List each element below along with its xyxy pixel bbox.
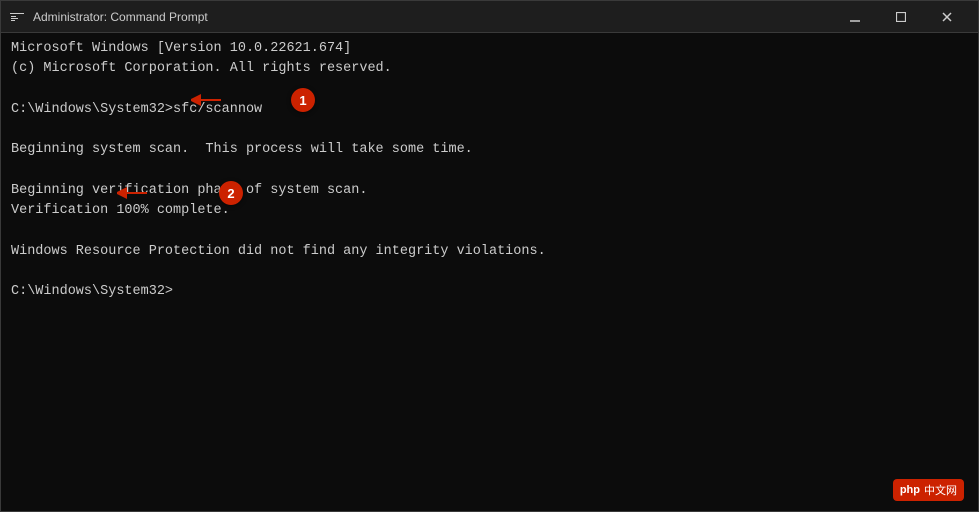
annotation1: 1 (291, 88, 315, 112)
watermark-php: php (900, 484, 920, 496)
cmd-icon (9, 9, 25, 25)
line6: Beginning system scan. This process will… (11, 142, 473, 157)
badge1: 1 (291, 88, 315, 112)
maximize-button[interactable] (878, 1, 924, 33)
watermark: php 中文网 (893, 479, 964, 501)
cmd-window: Administrator: Command Prompt Microsoft … (0, 0, 979, 512)
line1: Microsoft Windows [Version 10.0.22621.67… (11, 41, 351, 56)
minimize-button[interactable] (832, 1, 878, 33)
line13: C:\Windows\System32> (11, 284, 173, 299)
console-area: Microsoft Windows [Version 10.0.22621.67… (1, 33, 978, 511)
close-button[interactable] (924, 1, 970, 33)
annotation2: 2 (219, 181, 243, 205)
line2: (c) Microsoft Corporation. All rights re… (11, 61, 392, 76)
window-controls (832, 1, 970, 33)
line11: Windows Resource Protection did not find… (11, 244, 546, 259)
line4: C:\Windows\System32>sfc/scannow (11, 102, 262, 117)
console-output: Microsoft Windows [Version 10.0.22621.67… (11, 39, 968, 302)
title-bar: Administrator: Command Prompt (1, 1, 978, 33)
watermark-badge: php 中文网 (893, 479, 964, 501)
watermark-cn: 中文网 (924, 482, 957, 498)
badge2: 2 (219, 181, 243, 205)
line9: Verification 100% complete. (11, 203, 230, 218)
line8: Beginning verification phase of system s… (11, 183, 367, 198)
window-title: Administrator: Command Prompt (33, 10, 832, 24)
